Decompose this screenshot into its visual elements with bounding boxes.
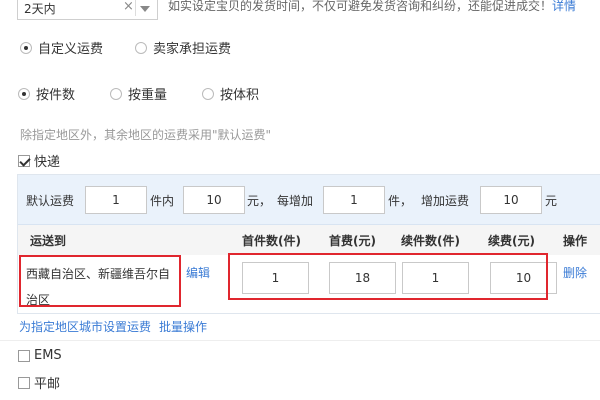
set-city-fee-link[interactable]: 为指定地区城市设置运费 [19,320,151,334]
col-header-first-fee: 首费(元) [329,234,376,248]
details-link[interactable]: 详情 [552,0,576,13]
surface-mail-checkbox[interactable]: 平邮 [18,373,60,392]
radio-dot [202,87,214,100]
radio-by-volume[interactable]: 按体积 [202,84,259,103]
default-fee-bar: 默认运费 1 件内 10 元， 每增加 1 件， 增加运费 10 元 [18,175,600,225]
express-checkbox[interactable]: 快递 [18,151,60,170]
delivery-hint: 如实设定宝贝的发货时间，不仅可避免发货咨询和纠纷，还能促进成交！详情 [168,0,576,14]
pricing-basis-group: 按件数 按重量 按体积 [0,84,600,104]
default-add-fee-input[interactable]: 10 [480,186,542,214]
radio-custom-fee[interactable]: 自定义运费 [20,38,103,57]
default-first-count-input[interactable]: 1 [85,186,147,214]
radio-label: 卖家承担运费 [153,42,232,57]
radio-by-count[interactable]: 按件数 [18,84,75,103]
radio-by-weight[interactable]: 按重量 [110,84,167,103]
table-header: 运送到 首件数(件) 首费(元) 续件数(件) 续费(元) 操作 [18,225,600,255]
checkbox-label: 平邮 [34,377,61,392]
checkbox-box [18,376,30,389]
delivery-time-row: 2天内 × 如实设定宝贝的发货时间，不仅可避免发货咨询和纠纷，还能促进成交！详情 [0,0,600,20]
col-header-add-fee: 续费(元) [488,234,535,248]
unit-label: 件， [388,194,413,208]
divider [0,340,600,341]
col-header-add-count: 续件数(件) [401,234,460,248]
radio-dot [20,41,32,54]
default-first-fee-input[interactable]: 10 [183,186,245,214]
row-first-count-input[interactable]: 1 [242,262,309,294]
row-add-count-input[interactable]: 1 [402,262,469,294]
radio-seller-pays[interactable]: 卖家承担运费 [135,38,231,57]
unit-label: 元 [545,194,558,208]
radio-label: 按体积 [220,88,260,103]
select-separator [135,0,136,16]
radio-label: 按件数 [36,88,76,103]
radio-dot [110,87,122,100]
checkbox-box [18,349,30,362]
col-header-destination: 运送到 [30,234,67,248]
delete-row-link[interactable]: 删除 [563,264,587,281]
row-first-fee-input[interactable]: 18 [329,262,396,294]
panel-actions: 为指定地区城市设置运费 批量操作 [19,318,215,335]
radio-label: 自定义运费 [38,42,104,57]
delivery-time-value: 2天内 [24,2,56,16]
clear-icon[interactable]: × [123,0,134,14]
checkbox-label: 快递 [34,155,61,170]
each-add-label: 每增加 [277,194,314,208]
delivery-time-select[interactable]: 2天内 × [17,0,158,20]
col-header-first-count: 首件数(件) [242,234,301,248]
col-header-actions: 操作 [563,234,588,248]
radio-dot [18,87,30,100]
delivery-hint-text: 如实设定宝贝的发货时间，不仅可避免发货咨询和纠纷，还能促进成交！ [168,0,553,13]
chevron-down-icon[interactable] [140,6,150,12]
batch-operation-link[interactable]: 批量操作 [159,320,207,334]
default-fee-note: 除指定地区外，其余地区的运费采用"默认运费" [20,128,272,142]
checkbox-label: EMS [34,348,62,363]
unit-label: 元， [247,194,272,208]
radio-label: 按重量 [128,88,168,103]
default-add-count-input[interactable]: 1 [323,186,385,214]
add-fee-label: 增加运费 [421,194,470,208]
radio-dot [135,41,147,54]
checkbox-box [18,154,30,167]
row-add-fee-input[interactable]: 10 [490,262,557,294]
unit-label: 件内 [150,194,175,208]
default-fee-label: 默认运费 [26,194,75,208]
region-list: 西藏自治区、新疆维吾尔自治区 [26,267,171,307]
edit-region-link[interactable]: 编辑 [186,264,210,281]
express-fee-panel: 默认运费 1 件内 10 元， 每增加 1 件， 增加运费 10 元 运送到 首… [17,174,600,314]
ems-checkbox[interactable]: EMS [18,348,62,363]
fee-mode-group: 自定义运费 卖家承担运费 [0,38,600,58]
